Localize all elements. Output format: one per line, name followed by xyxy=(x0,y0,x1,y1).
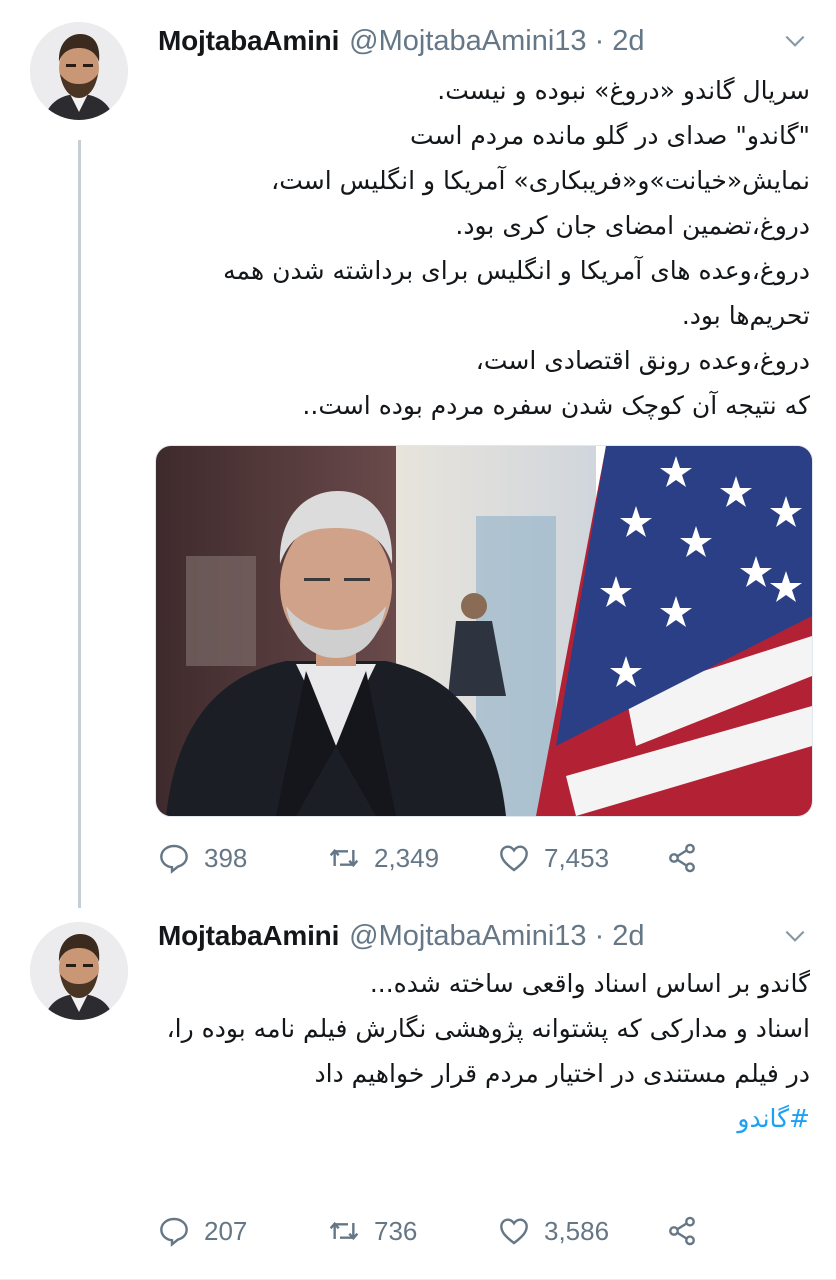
author-handle[interactable]: @MojtabaAmini13 xyxy=(349,25,586,58)
separator-dot: · xyxy=(594,24,605,57)
reply-count: 207 xyxy=(204,1215,248,1246)
retweet-count: 736 xyxy=(374,1215,418,1246)
chevron-down-icon[interactable] xyxy=(782,28,808,54)
like-count: 7,453 xyxy=(544,842,610,873)
author-name[interactable]: MojtabaAmini xyxy=(158,25,339,57)
share-icon xyxy=(669,1216,695,1246)
tweet-actions: 207 736 3,586 xyxy=(158,1211,718,1251)
tweet[interactable]: MojtabaAmini @MojtabaAmini13 · 2d سریال … xyxy=(0,0,836,900)
author-handle[interactable]: @MojtabaAmini13 xyxy=(349,920,586,953)
avatar[interactable] xyxy=(30,922,128,1020)
timestamp[interactable]: 2d xyxy=(612,25,644,58)
tweet-photo[interactable] xyxy=(155,445,813,817)
author-name[interactable]: MojtabaAmini xyxy=(158,920,339,952)
share-button[interactable] xyxy=(666,838,712,878)
tweet-line: دروغ،تضمین امضای جان کری بود. xyxy=(455,211,810,240)
tweet-line: دروغ،وعده های آمریکا و انگلیس برای برداش… xyxy=(223,256,810,330)
tweet-line: در فیلم مستندی در اختیار مردم قرار خواهی… xyxy=(314,1059,811,1088)
chevron-down-icon[interactable] xyxy=(782,923,808,949)
tweet-line: که نتیجه آن کوچک شدن سفره مردم بوده است.… xyxy=(302,391,810,420)
like-icon xyxy=(500,1218,528,1245)
reply-count: 398 xyxy=(204,842,248,873)
tweet[interactable]: MojtabaAmini @MojtabaAmini13 · 2d گاندو … xyxy=(0,905,836,1280)
tweet-header: MojtabaAmini @MojtabaAmini13 · 2d xyxy=(158,915,836,957)
like-button[interactable]: 7,453 xyxy=(498,838,609,878)
retweet-button[interactable]: 736 xyxy=(328,1211,417,1251)
share-icon xyxy=(669,843,695,873)
like-count: 3,586 xyxy=(544,1215,610,1246)
tweet-actions: 398 2,349 7,453 xyxy=(158,838,718,878)
tweet-line: سریال گاندو «دروغ» نبوده و نیست. xyxy=(437,76,810,105)
tweet-text: گاندو بر اساس اسناد واقعی ساخته شده... ا… xyxy=(150,961,810,1141)
like-button[interactable]: 3,586 xyxy=(498,1211,609,1251)
tweet-line: "گاندو" صدای در گلو مانده مردم است xyxy=(410,121,810,150)
tweet-text: سریال گاندو «دروغ» نبوده و نیست. "گاندو"… xyxy=(150,68,810,428)
timestamp[interactable]: 2d xyxy=(612,920,644,953)
reply-button[interactable]: 398 xyxy=(158,838,247,878)
retweet-button[interactable]: 2,349 xyxy=(328,838,439,878)
tweet-line: نمایش«خیانت»و«فریبکاری» آمریکا و انگلیس … xyxy=(271,166,810,195)
reply-icon xyxy=(160,844,188,874)
separator-dot: · xyxy=(594,919,605,952)
retweet-count: 2,349 xyxy=(374,842,440,873)
reply-icon xyxy=(160,1217,188,1247)
tweet-line: اسناد و مدارکی که پشتوانه پژوهشی نگارش ف… xyxy=(166,1014,810,1043)
photo-image xyxy=(156,446,812,816)
tweet-line: گاندو بر اساس اسناد واقعی ساخته شده... xyxy=(369,969,810,998)
share-button[interactable] xyxy=(666,1211,712,1251)
like-icon xyxy=(500,845,528,872)
retweet-icon xyxy=(329,848,359,868)
hashtag-link[interactable]: #گاندو xyxy=(737,1104,810,1133)
tweet-header: MojtabaAmini @MojtabaAmini13 · 2d xyxy=(158,20,836,62)
reply-button[interactable]: 207 xyxy=(158,1211,247,1251)
tweet-line: دروغ،وعده رونق اقتصادی است، xyxy=(475,346,810,375)
avatar[interactable] xyxy=(30,22,128,120)
retweet-icon xyxy=(329,1221,359,1241)
